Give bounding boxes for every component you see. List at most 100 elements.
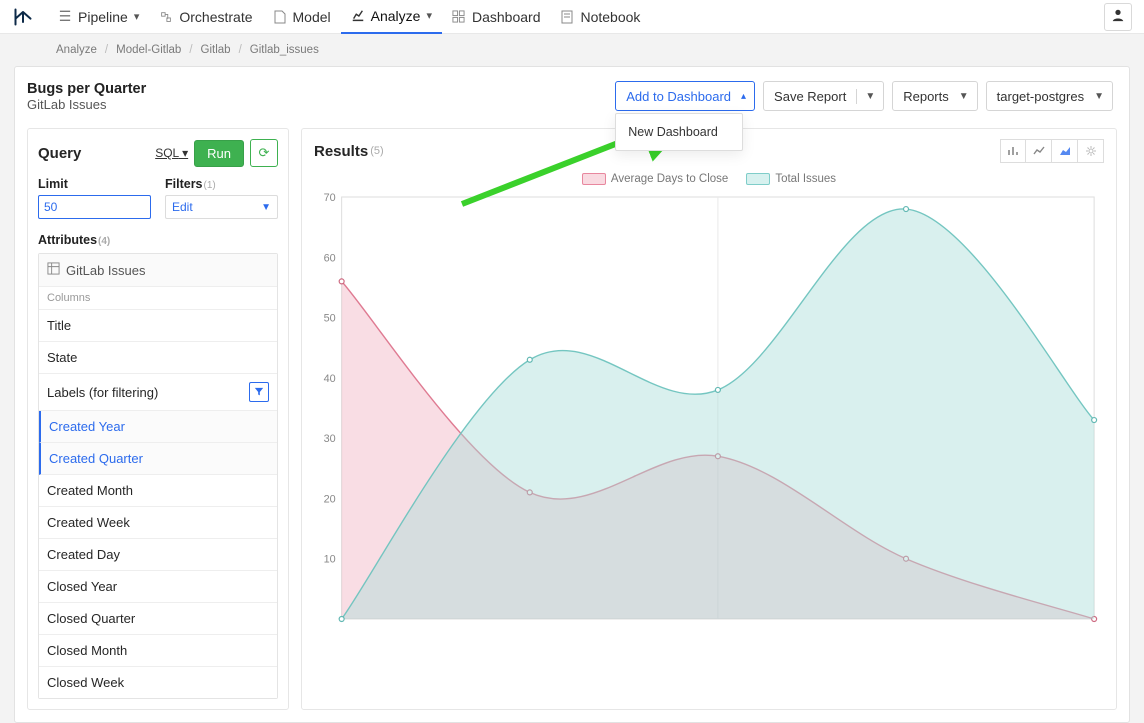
nav-notebook[interactable]: Notebook	[550, 0, 650, 34]
results-count: (5)	[370, 145, 383, 157]
caret-down-icon: ▼	[1094, 91, 1112, 102]
filters-label: Filters(1)	[165, 177, 278, 191]
add-to-dashboard-menu: New Dashboard	[615, 113, 743, 151]
attribute-item[interactable]: State	[39, 342, 277, 374]
run-button[interactable]: Run	[194, 140, 244, 167]
add-to-dashboard-button[interactable]: Add to Dashboard ▴	[615, 81, 755, 111]
attribute-item[interactable]: Created Week	[39, 507, 277, 539]
query-panel: Query SQL ▾ Run ⟳ Limit Filters(1)	[27, 128, 289, 710]
top-nav: ☰ Pipeline ▾ Orchestrate Model Analyze ▾…	[0, 0, 1144, 34]
attribute-item[interactable]: Closed Month	[39, 635, 277, 667]
filter-icon[interactable]	[249, 382, 269, 402]
legend-total-issues[interactable]: Total Issues	[746, 173, 836, 185]
new-dashboard-option[interactable]: New Dashboard	[616, 118, 742, 146]
attribute-label: Closed Week	[47, 675, 124, 690]
refresh-icon: ⟳	[259, 145, 270, 161]
results-panel: Results (5) Average Days to Close Total …	[301, 128, 1117, 710]
page-card: Bugs per Quarter GitLab Issues Add to Da…	[14, 66, 1130, 723]
attribute-item[interactable]: Created Month	[39, 475, 277, 507]
breadcrumb: Analyze/ Model-Gitlab/ Gitlab/ Gitlab_is…	[0, 34, 1144, 66]
nav-analyze[interactable]: Analyze ▾	[341, 0, 442, 34]
bar-chart-button[interactable]	[1000, 139, 1026, 163]
attribute-item[interactable]: Closed Year	[39, 571, 277, 603]
label: Analyze	[371, 8, 421, 24]
attribute-label: State	[47, 350, 77, 365]
chevron-down-icon: ▾	[134, 10, 140, 23]
save-report-button[interactable]: Save Report ▼	[763, 81, 884, 111]
columns-subheading: Columns	[39, 287, 277, 310]
caret-down-icon[interactable]: ▼	[857, 91, 883, 102]
attribute-label: Closed Month	[47, 643, 127, 658]
caret-down-icon: ▼	[959, 91, 977, 102]
results-title: Results	[314, 143, 368, 160]
svg-text:70: 70	[324, 193, 336, 204]
chart-icon	[351, 9, 365, 23]
page-header: Bugs per Quarter GitLab Issues Add to Da…	[15, 67, 1129, 120]
attribute-item[interactable]: Created Year	[39, 411, 277, 443]
sql-toggle[interactable]: SQL ▾	[155, 146, 188, 160]
attribute-label: Created Day	[47, 547, 120, 562]
limit-label: Limit	[38, 177, 151, 191]
nav-model[interactable]: Model	[263, 0, 341, 34]
user-menu-button[interactable]	[1104, 3, 1132, 31]
label: Model	[293, 9, 331, 25]
label: Pipeline	[78, 9, 128, 25]
branch-icon	[159, 10, 173, 24]
nav-pipeline[interactable]: ☰ Pipeline ▾	[48, 0, 149, 34]
crumb[interactable]: Analyze	[56, 44, 97, 56]
page-title: Bugs per Quarter	[27, 81, 146, 97]
limit-input[interactable]	[38, 195, 151, 219]
attribute-label: Created Month	[47, 483, 133, 498]
svg-text:30: 30	[324, 433, 336, 445]
chart-type-toggles	[1000, 139, 1104, 163]
logo	[12, 6, 34, 28]
line-chart-button[interactable]	[1026, 139, 1052, 163]
chevron-down-icon: ▾	[426, 9, 432, 22]
reports-button[interactable]: Reports ▼	[892, 81, 977, 111]
attributes-list: GitLab Issues Columns Title State Labels (…	[38, 253, 278, 699]
chart-legend: Average Days to Close Total Issues	[314, 173, 1104, 185]
attribute-item[interactable]: Created Quarter	[39, 443, 277, 475]
crumb[interactable]: Model-Gitlab	[116, 44, 181, 56]
list-icon: ☰	[58, 10, 72, 24]
attribute-item[interactable]: Created Day	[39, 539, 277, 571]
attribute-group[interactable]: GitLab Issues	[39, 254, 277, 287]
attributes-heading: Attributes(4)	[38, 233, 278, 247]
page-subtitle: GitLab Issues	[27, 97, 146, 112]
caret-up-icon: ▴	[741, 91, 754, 102]
label: Notebook	[580, 9, 640, 25]
label: Dashboard	[472, 9, 541, 25]
crumb[interactable]: Gitlab	[201, 44, 231, 56]
refresh-button[interactable]: ⟳	[250, 139, 278, 167]
crumb[interactable]: Gitlab_issues	[250, 44, 319, 56]
caret-down-icon: ▼	[261, 202, 271, 213]
target-select[interactable]: target-postgres ▼	[986, 81, 1113, 111]
attribute-item[interactable]: Closed Week	[39, 667, 277, 698]
label: Orchestrate	[179, 9, 252, 25]
svg-text:40: 40	[324, 373, 336, 385]
attribute-label: Created Quarter	[49, 451, 143, 466]
notebook-icon	[560, 10, 574, 24]
svg-text:60: 60	[324, 252, 336, 264]
attribute-label: Created Year	[49, 419, 125, 434]
nav-orchestrate[interactable]: Orchestrate	[149, 0, 262, 34]
nav-dashboard[interactable]: Dashboard	[442, 0, 551, 34]
attribute-item[interactable]: Closed Quarter	[39, 603, 277, 635]
attribute-label: Closed Quarter	[47, 611, 135, 626]
svg-text:10: 10	[324, 554, 336, 566]
chart-settings-button[interactable]	[1078, 139, 1104, 163]
svg-text:20: 20	[324, 493, 336, 505]
legend-avg-days[interactable]: Average Days to Close	[582, 173, 728, 185]
svg-text:50: 50	[324, 313, 336, 325]
attribute-label: Created Week	[47, 515, 130, 530]
chart: 10 20 30 40 50 60 70	[314, 193, 1104, 623]
user-icon	[1111, 8, 1125, 25]
area-chart-button[interactable]	[1052, 139, 1078, 163]
table-icon	[47, 262, 60, 278]
attribute-label: Closed Year	[47, 579, 117, 594]
attribute-item[interactable]: Labels (for filtering)	[39, 374, 277, 411]
attribute-item[interactable]: Title	[39, 310, 277, 342]
filters-select[interactable]: Edit ▼	[165, 195, 278, 219]
query-title: Query	[38, 145, 81, 162]
grid-icon	[452, 10, 466, 24]
